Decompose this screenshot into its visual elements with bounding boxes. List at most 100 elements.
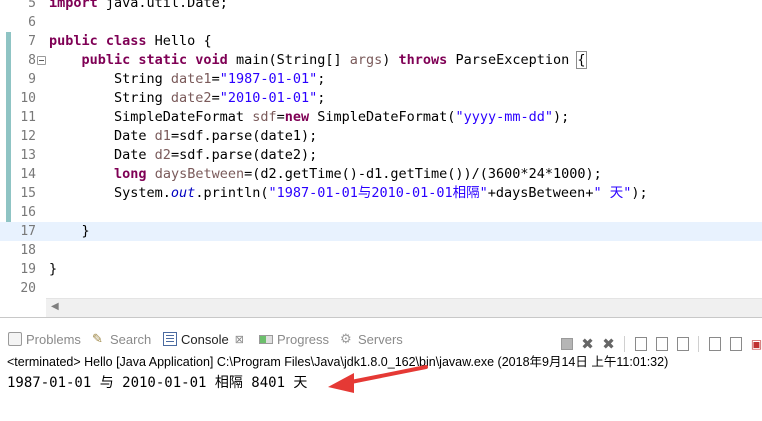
code-line[interactable]: 10 String date2="2010-01-01"; [0, 89, 762, 108]
code-text: import java.util.Date; [49, 0, 228, 13]
tab-servers[interactable]: ⚙ Servers [340, 329, 403, 349]
line-number: 13 [20, 148, 36, 163]
tab-console[interactable]: Console ⊠ [163, 329, 244, 349]
fold-collapse-icon[interactable] [37, 56, 46, 65]
code-token: } [49, 223, 90, 239]
arrow-shaft [344, 365, 428, 385]
line-number: 12 [20, 129, 36, 144]
code-token: "1987-01-01" [219, 71, 318, 87]
line-number: 17 [20, 224, 36, 239]
code-token: throws [398, 52, 448, 68]
tab-label: Search [110, 331, 152, 347]
red-arrow-annotation [328, 365, 428, 393]
code-text: String date2="2010-01-01"; [49, 89, 325, 108]
code-line[interactable]: 12 Date d1=sdf.parse(date1); [0, 127, 762, 146]
code-text: public class Hello { [49, 32, 212, 51]
code-line[interactable]: 13 Date d2=sdf.parse(date2); [0, 146, 762, 165]
code-token: " 天" [593, 185, 632, 201]
code-text: Date d2=sdf.parse(date2); [49, 146, 317, 165]
tab-search[interactable]: ✎ Search [92, 329, 151, 349]
stop-icon [560, 337, 573, 350]
code-text: public static void main(String[] args) t… [49, 51, 587, 70]
tab-problems[interactable]: Problems [8, 329, 81, 349]
code-token: Hello { [146, 33, 212, 49]
view-tab-bar: Problems ✎ Search Console ⊠ Progress ⚙ S… [0, 325, 762, 353]
console-output[interactable]: 1987-01-01 与 2010-01-01 相隔 8401 天 [7, 372, 307, 392]
code-token: "yyyy-mm-dd" [455, 109, 553, 125]
page-icon [676, 336, 689, 351]
code-line[interactable]: 5 import java.util.Date; [0, 0, 762, 13]
code-line[interactable]: 8 public static void main(String[] args)… [0, 51, 762, 70]
code-line[interactable]: 11 SimpleDateFormat sdf=new SimpleDateFo… [0, 108, 762, 127]
code-token: =sdf.parse(date2); [170, 147, 318, 163]
line-number: 7 [28, 34, 36, 49]
code-line[interactable]: 15 System.out.println("1987-01-01与2010-0… [0, 184, 762, 203]
page-icon [634, 336, 647, 351]
line-number: 6 [28, 15, 36, 30]
display-console-button[interactable] [728, 336, 743, 351]
code-token: ParseException [447, 52, 578, 68]
code-line[interactable]: 19} [0, 260, 762, 279]
code-token: ; [317, 90, 326, 106]
code-token: ); [552, 109, 570, 125]
code-token: .println( [195, 185, 269, 201]
remove-all-terminated-button[interactable]: ✖ [601, 335, 616, 353]
code-line[interactable]: 14 long daysBetween=(d2.getTime()-d1.get… [0, 165, 762, 184]
code-token: args [349, 52, 383, 68]
code-token: date1 [170, 71, 212, 87]
progress-icon [259, 334, 273, 344]
tab-label: Console [181, 331, 229, 347]
page-icon [655, 336, 668, 351]
code-token: { [576, 51, 587, 69]
line-number: 9 [28, 72, 36, 87]
code-line[interactable]: 18 [0, 241, 762, 260]
code-token: +daysBetween+ [487, 185, 594, 201]
code-token: String [49, 90, 171, 106]
code-line[interactable]: 7 public class Hello { [0, 32, 762, 51]
tab-label: Servers [358, 331, 403, 347]
tab-label: Problems [26, 331, 81, 347]
eclipse-window: 5 import java.util.Date; 6 7 public class He… [0, 0, 762, 421]
horizontal-scrollbar[interactable]: ◀ [46, 298, 762, 317]
java-editor[interactable]: 5 import java.util.Date; 6 7 public class He… [0, 0, 762, 298]
scroll-lock-button[interactable] [654, 336, 669, 351]
code-token: out [170, 185, 196, 201]
code-token: =sdf.parse(date1); [170, 128, 318, 144]
code-token: public static void [81, 52, 228, 68]
code-token: Date [49, 147, 155, 163]
code-token: d1 [154, 128, 171, 144]
close-tab-icon[interactable]: ⊠ [235, 333, 244, 346]
pin-console-button[interactable] [707, 336, 722, 351]
code-token: SimpleDateFormat( [309, 109, 456, 125]
remove-launch-button[interactable]: ✖ [580, 335, 595, 353]
code-line[interactable]: 6 [0, 13, 762, 32]
code-text: long daysBetween=(d2.getTime()-d1.getTim… [49, 165, 602, 184]
code-token: = [211, 90, 220, 106]
code-line[interactable]: 20 [0, 279, 762, 298]
new-console-button[interactable]: ▣ [749, 336, 762, 351]
tab-progress[interactable]: Progress [259, 329, 329, 349]
code-line[interactable]: 16 [0, 203, 762, 222]
code-token: daysBetween [154, 166, 245, 182]
arrow-head [328, 373, 354, 393]
clear-console-button[interactable] [633, 336, 648, 351]
code-text: String date1="1987-01-01"; [49, 70, 325, 89]
code-line[interactable]: 9 String date1="1987-01-01"; [0, 70, 762, 89]
code-token: date2 [170, 90, 212, 106]
word-wrap-button[interactable] [675, 336, 690, 351]
code-token: =(d2.getTime()-d1.getTime())/(3600*24*10… [244, 166, 602, 182]
toolbar-separator [698, 336, 699, 352]
tab-label: Progress [277, 331, 330, 347]
code-token: ); [631, 185, 648, 201]
line-number: 5 [28, 0, 36, 11]
line-number: 14 [20, 167, 36, 182]
scroll-left-icon[interactable]: ◀ [51, 301, 59, 312]
terminate-button[interactable] [559, 336, 574, 351]
code-line[interactable]: 17 } [0, 222, 762, 241]
servers-icon: ⚙ [340, 331, 352, 346]
console-icon [163, 332, 177, 346]
line-number: 11 [20, 110, 36, 125]
line-number: 20 [20, 281, 36, 296]
